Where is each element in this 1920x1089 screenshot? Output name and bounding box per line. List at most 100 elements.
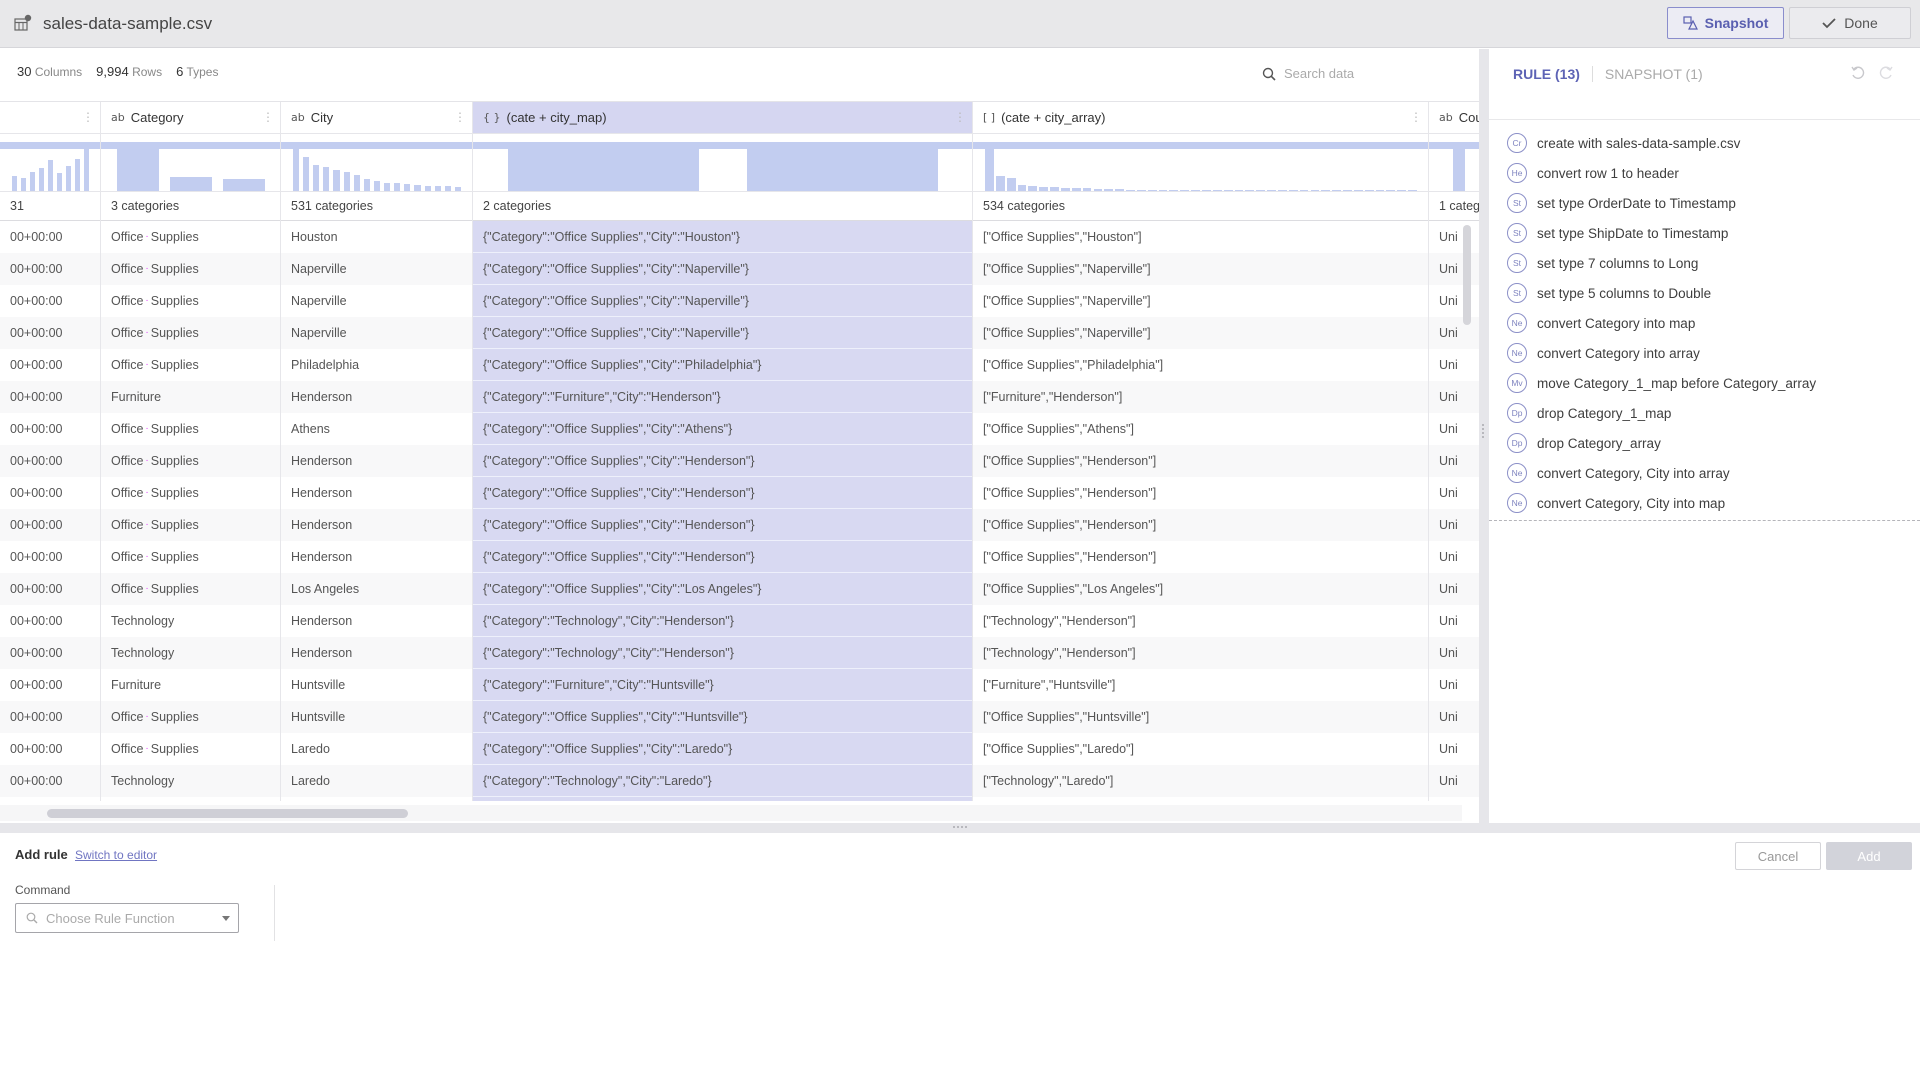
histogram-bar[interactable]	[1093, 188, 1103, 191]
histogram-bar[interactable]	[1050, 187, 1059, 191]
histogram-bar[interactable]	[66, 165, 71, 191]
table-cell[interactable]: Uni	[1429, 253, 1479, 285]
table-cell[interactable]: 00+00:00	[0, 253, 100, 285]
table-cell[interactable]: Office · Supplies	[101, 349, 280, 381]
histogram-bar[interactable]	[1288, 190, 1298, 191]
table-cell[interactable]: Huntsville	[281, 669, 472, 701]
table-cell[interactable]: Uni	[1429, 733, 1479, 765]
search-box[interactable]	[1262, 66, 1464, 81]
histogram-bar[interactable]	[1321, 190, 1331, 191]
panel-splitter-horizontal[interactable]	[0, 823, 1920, 833]
histogram-bar[interactable]	[404, 183, 411, 191]
histogram-bar[interactable]	[1180, 190, 1190, 191]
histogram-bar[interactable]	[313, 164, 320, 191]
table-cell[interactable]: Uni	[1429, 765, 1479, 797]
table-cell[interactable]: Naperville	[281, 285, 472, 317]
table-cell[interactable]: Philadelphia	[281, 349, 472, 381]
histogram-bar[interactable]	[1408, 190, 1417, 191]
histogram-bar[interactable]	[223, 178, 265, 191]
table-cell[interactable]: ["Office Supplies","Los Angeles"]	[973, 573, 1428, 605]
table-cell[interactable]: {"Category":"Furniture","City":"Huntsvil…	[473, 669, 972, 701]
histogram-bar[interactable]	[333, 170, 340, 191]
table-cell[interactable]: 00+00:00	[0, 221, 100, 253]
table-cell[interactable]: {"Category":"Office Supplies","City":"Na…	[473, 253, 972, 285]
histogram-bar[interactable]	[1082, 188, 1092, 191]
histogram-bar[interactable]	[1375, 190, 1385, 191]
table-cell[interactable]: Office · Supplies	[101, 733, 280, 765]
table-cell[interactable]: ["Office Supplies","Huntsville"]	[973, 701, 1428, 733]
column-menu-icon[interactable]: ⋮	[82, 110, 94, 124]
table-cell[interactable]: {"Category":"Office Supplies","City":"La…	[473, 733, 972, 765]
table-cell[interactable]: 00+00:00	[0, 381, 100, 413]
table-cell[interactable]: 00+00:00	[0, 541, 100, 573]
table-cell[interactable]: Henderson	[281, 477, 472, 509]
undo-icon[interactable]	[1850, 65, 1866, 81]
histogram-bar[interactable]	[1277, 190, 1287, 191]
table-cell[interactable]: Uni	[1429, 637, 1479, 669]
switch-to-editor-link[interactable]: Switch to editor	[75, 848, 157, 862]
table-cell[interactable]: Office · Supplies	[101, 317, 280, 349]
histogram-bar[interactable]	[434, 185, 441, 191]
histogram-bar[interactable]	[1169, 190, 1179, 191]
table-cell[interactable]: Office · Supplies	[101, 701, 280, 733]
histogram-bar[interactable]	[1299, 190, 1309, 191]
table-cell[interactable]: Uni	[1429, 285, 1479, 317]
table-cell[interactable]: {"Category":"Office Supplies","City":"Lo…	[473, 573, 972, 605]
table-cell[interactable]: ["Office Supplies","Houston"]	[973, 221, 1428, 253]
rule-item[interactable]: St set type 5 columns to Double	[1489, 278, 1920, 308]
done-button[interactable]: Done	[1789, 7, 1911, 39]
histogram-bar[interactable]	[414, 184, 421, 191]
table-cell[interactable]: Office · Supplies	[101, 509, 280, 541]
rule-item[interactable]: Dp drop Category_1_map	[1489, 398, 1920, 428]
table-cell[interactable]: Henderson	[281, 509, 472, 541]
histogram-bar[interactable]	[1245, 190, 1255, 191]
table-cell[interactable]: ["Office Supplies","Henderson"]	[973, 477, 1428, 509]
histogram-bar[interactable]	[30, 172, 35, 191]
column-header[interactable]: [ ] (cate + city_array) ⋮	[973, 102, 1428, 134]
table-cell[interactable]: 00+00:00	[0, 445, 100, 477]
column-menu-icon[interactable]: ⋮	[262, 110, 274, 124]
column-menu-icon[interactable]: ⋮	[954, 110, 966, 124]
table-cell[interactable]: Los Angeles	[281, 573, 472, 605]
column-menu-icon[interactable]: ⋮	[454, 110, 466, 124]
rule-item[interactable]: Cr create with sales-data-sample.csv	[1489, 128, 1920, 158]
table-cell[interactable]: 00+00:00	[0, 733, 100, 765]
table-cell[interactable]: Henderson	[281, 445, 472, 477]
histogram-bar[interactable]	[1234, 190, 1244, 191]
table-cell[interactable]: ["Office Supplies","Henderson"]	[973, 445, 1428, 477]
tab-snapshot[interactable]: SNAPSHOT (1)	[1605, 66, 1703, 82]
column-header[interactable]: ab Cou	[1429, 102, 1479, 134]
table-cell[interactable]: 00+00:00	[0, 285, 100, 317]
column-header[interactable]: { } (cate + city_map) ⋮	[473, 102, 972, 134]
rule-item[interactable]: St set type 7 columns to Long	[1489, 248, 1920, 278]
table-cell[interactable]: 00+00:00	[0, 765, 100, 797]
table-cell[interactable]: Office · Supplies	[101, 413, 280, 445]
table-cell[interactable]: Technology	[101, 605, 280, 637]
column-menu-icon[interactable]: ⋮	[1410, 110, 1422, 124]
table-cell[interactable]: Uni	[1429, 509, 1479, 541]
table-cell[interactable]: ["Office Supplies","Henderson"]	[973, 509, 1428, 541]
table-cell[interactable]: Technology	[101, 765, 280, 797]
histogram-bar[interactable]	[1126, 189, 1135, 191]
table-cell[interactable]: 00+00:00	[0, 701, 100, 733]
histogram-bar[interactable]	[985, 149, 994, 191]
table-cell[interactable]: ["Technology","Henderson"]	[973, 637, 1428, 669]
histogram-bar[interactable]	[48, 159, 53, 191]
table-cell[interactable]: {"Category":"Technology","City":"Laredo"…	[473, 765, 972, 797]
table-cell[interactable]: ["Office Supplies","Henderson"]	[973, 541, 1428, 573]
column-header[interactable]: ab City ⋮	[281, 102, 472, 134]
table-cell[interactable]: ["Technology","Henderson"]	[973, 605, 1428, 637]
table-cell[interactable]: 00+00:00	[0, 413, 100, 445]
table-cell[interactable]: Furniture	[101, 381, 280, 413]
histogram-bar[interactable]	[1267, 190, 1276, 191]
rule-item[interactable]: St set type ShipDate to Timestamp	[1489, 218, 1920, 248]
histogram-bar[interactable]	[508, 149, 699, 191]
histogram-bar[interactable]	[1017, 184, 1027, 191]
table-cell[interactable]: Henderson	[281, 541, 472, 573]
histogram-bar[interactable]	[1028, 185, 1038, 191]
histogram-bar[interactable]	[384, 182, 391, 191]
table-cell[interactable]: ["Furniture","Henderson"]	[973, 381, 1428, 413]
table-cell[interactable]: Huntsville	[281, 701, 472, 733]
column-header[interactable]: ⋮	[0, 102, 100, 134]
rule-item[interactable]: Ne convert Category into map	[1489, 308, 1920, 338]
